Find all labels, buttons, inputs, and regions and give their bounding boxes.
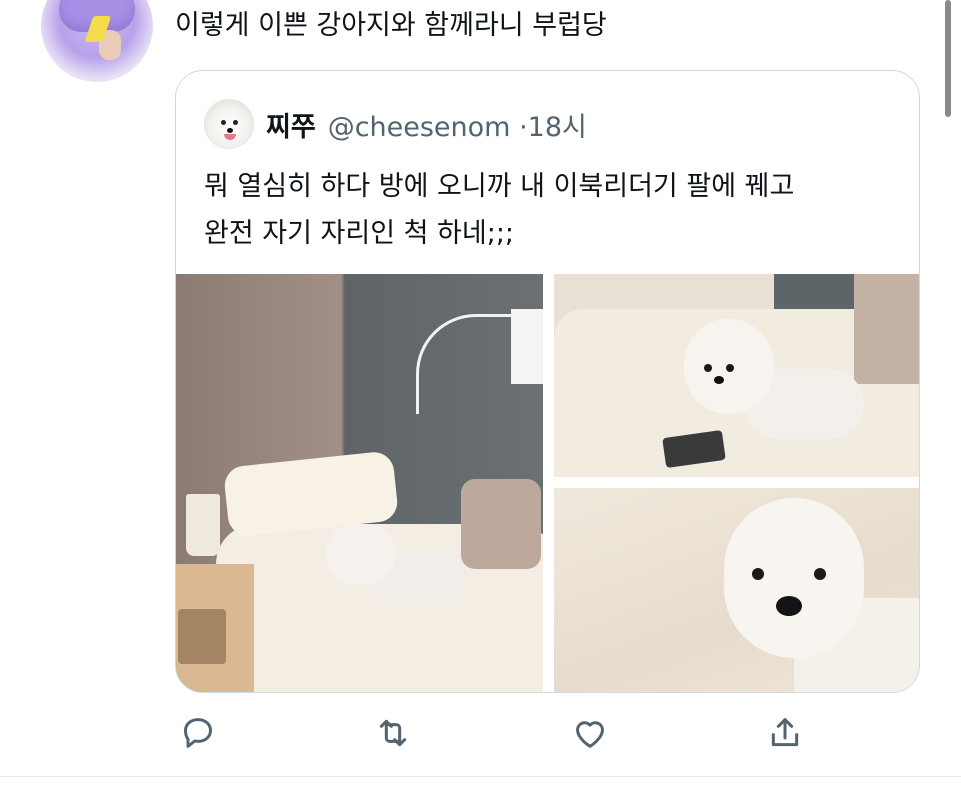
- separator-dot: ·: [519, 111, 528, 143]
- share-icon: [771, 718, 799, 747]
- retweet-button[interactable]: [370, 710, 416, 756]
- photo-1[interactable]: [176, 274, 543, 692]
- dog-head: [724, 498, 864, 658]
- avatar-eye: [233, 120, 238, 125]
- quoted-user-handle: @cheesenom ·18시: [328, 105, 587, 144]
- basket: [178, 609, 226, 664]
- quoted-tweet-header: 찌쭈 @cheesenom ·18시: [204, 99, 587, 149]
- handle-text: @cheesenom: [327, 111, 511, 143]
- retweet-icon: [379, 719, 407, 747]
- share-button[interactable]: [762, 710, 808, 756]
- dog-eye: [752, 568, 764, 580]
- avatar-mouth: [224, 134, 236, 140]
- quoted-tweet-line-1: 뭐 열심히 하다 방에 오니까 내 이북리더기 팔에 꿰고: [204, 171, 795, 202]
- dog-head: [326, 524, 396, 584]
- user-avatar[interactable]: [41, 0, 153, 82]
- quoted-tweet-card[interactable]: 찌쭈 @cheesenom ·18시 뭐 열심히 하다 방에 오니까 내 이북리…: [175, 70, 920, 693]
- quoted-user-avatar[interactable]: [204, 99, 254, 149]
- quoted-tweet-line-2: 완전 자기 자리인 척 하네;;;: [204, 218, 515, 249]
- avatar-nose: [227, 128, 233, 133]
- dog-nose: [714, 376, 724, 384]
- tweet-actions: [175, 710, 825, 756]
- reply-icon: [184, 718, 212, 748]
- dog-nose: [776, 596, 802, 616]
- reply-button[interactable]: [175, 710, 221, 756]
- quoted-user-name[interactable]: 찌쭈: [266, 105, 316, 144]
- photo-3[interactable]: [554, 488, 919, 692]
- scrollbar[interactable]: [945, 0, 951, 117]
- tweet-text: 이렇게 이쁜 강아지와 함께라니 부럽당: [175, 10, 607, 41]
- tweet-timestamp[interactable]: 18시: [528, 112, 587, 143]
- photo-2[interactable]: [554, 274, 919, 477]
- dog-eye: [814, 568, 826, 580]
- heart-icon: [576, 721, 604, 748]
- dog-eye: [704, 364, 712, 372]
- media-grid: [176, 274, 919, 692]
- tweet-divider: [0, 776, 961, 777]
- dog-eye: [726, 364, 734, 372]
- pillow: [461, 479, 541, 569]
- quoted-tweet-body: 뭐 열심히 하다 방에 오니까 내 이북리더기 팔에 꿰고 완전 자기 자리인 …: [204, 163, 904, 257]
- pillow: [854, 274, 919, 384]
- like-button[interactable]: [567, 710, 613, 756]
- wall-frame: [511, 309, 543, 384]
- avatar-eye: [221, 120, 226, 125]
- cup: [186, 494, 220, 556]
